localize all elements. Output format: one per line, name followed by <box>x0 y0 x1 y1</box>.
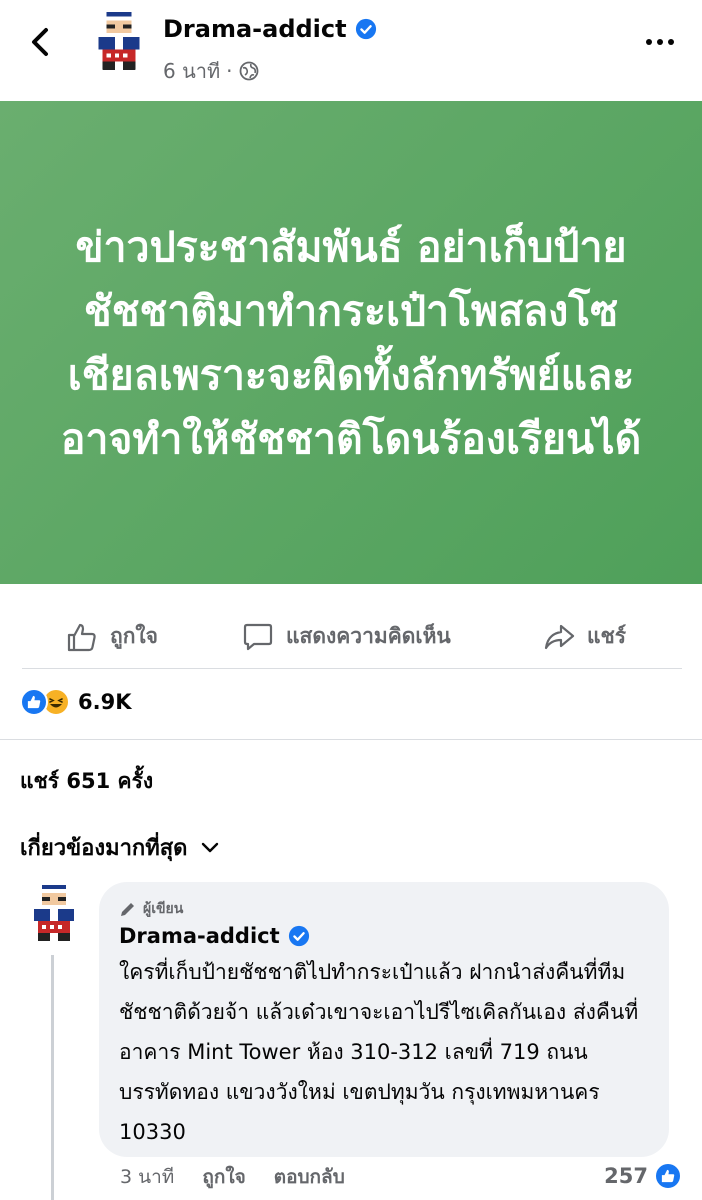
author-badge: ผู้เขียน <box>119 898 649 920</box>
share-button[interactable]: แชร์ <box>543 620 626 653</box>
thread-line <box>51 955 54 1200</box>
post-banner[interactable]: ข่าวประชาสัมพันธ์ อย่าเก็บป้ายชัชชาติมาท… <box>0 101 702 584</box>
more-options-button[interactable] <box>640 30 680 54</box>
chevron-left-icon <box>32 28 48 56</box>
meta-dot: · <box>226 59 233 83</box>
reaction-summary[interactable]: 6.9K <box>20 688 131 716</box>
thumbs-up-icon <box>67 623 96 651</box>
pencil-icon <box>121 903 134 916</box>
dot <box>646 39 652 45</box>
avatar[interactable] <box>86 8 152 74</box>
author-badge-label: ผู้เขียน <box>143 901 184 917</box>
like-button[interactable]: ถูกใจ <box>66 620 158 653</box>
divider <box>22 668 682 669</box>
comment-bubble-icon <box>243 623 273 650</box>
back-button[interactable] <box>24 24 56 60</box>
verified-badge-icon <box>355 18 376 40</box>
comment-button[interactable]: แสดงความคิดเห็น <box>242 620 451 653</box>
divider <box>0 739 702 740</box>
verified-badge-icon <box>288 925 309 947</box>
dot <box>668 39 674 45</box>
comment-text: ใครที่เก็บป้ายชัชชาติไปทำกระเป๋าแล้ว ฝาก… <box>119 960 639 1144</box>
globe-icon <box>239 61 258 81</box>
post-meta: 6 นาที · <box>163 55 259 87</box>
comment-reply-button[interactable]: ตอบกลับ <box>274 1162 345 1192</box>
pixel-mascot-icon <box>34 885 74 941</box>
comment-like-button[interactable]: ถูกใจ <box>202 1162 245 1192</box>
comment-author-name[interactable]: Drama-addict <box>119 924 280 948</box>
comment-like-count[interactable]: 257 <box>604 1162 682 1190</box>
author-name[interactable]: Drama-addict <box>163 15 347 43</box>
comment-like-number: 257 <box>604 1164 648 1188</box>
post-author[interactable]: Drama-addict <box>163 15 377 43</box>
comment-bubble[interactable]: ผู้เขียน Drama-addict ใครที่เก็บป้ายชัชช… <box>99 882 669 1157</box>
chevron-down-icon <box>202 842 219 852</box>
comment-time[interactable]: 3 นาที <box>120 1162 174 1192</box>
reaction-count: 6.9K <box>78 690 132 714</box>
comment-author[interactable]: Drama-addict <box>119 924 649 948</box>
sort-label: เกี่ยวข้องมากที่สุด <box>20 836 188 861</box>
post-time[interactable]: 6 นาที <box>163 55 220 87</box>
share-label: แชร์ <box>587 624 627 648</box>
dot <box>657 39 663 45</box>
like-reaction-icon <box>654 1162 682 1190</box>
comment-avatar[interactable] <box>22 878 86 948</box>
like-reaction-icon <box>20 688 48 716</box>
comment-sort-dropdown[interactable]: เกี่ยวข้องมากที่สุด <box>20 830 219 865</box>
like-label: ถูกใจ <box>110 624 158 648</box>
post-header: Drama-addict 6 นาที · <box>0 0 702 101</box>
share-count[interactable]: แชร์ 651 ครั้ง <box>20 765 153 798</box>
banner-text: ข่าวประชาสัมพันธ์ อย่าเก็บป้ายชัชชาติมาท… <box>60 222 642 463</box>
pixel-mascot-icon <box>98 12 140 70</box>
share-arrow-icon <box>544 624 575 649</box>
post-actions: ถูกใจ แสดงความคิดเห็น แชร์ <box>0 604 702 668</box>
comment-footer: 3 นาที ถูกใจ ตอบกลับ <box>120 1162 345 1192</box>
comment-label: แสดงความคิดเห็น <box>286 624 451 648</box>
